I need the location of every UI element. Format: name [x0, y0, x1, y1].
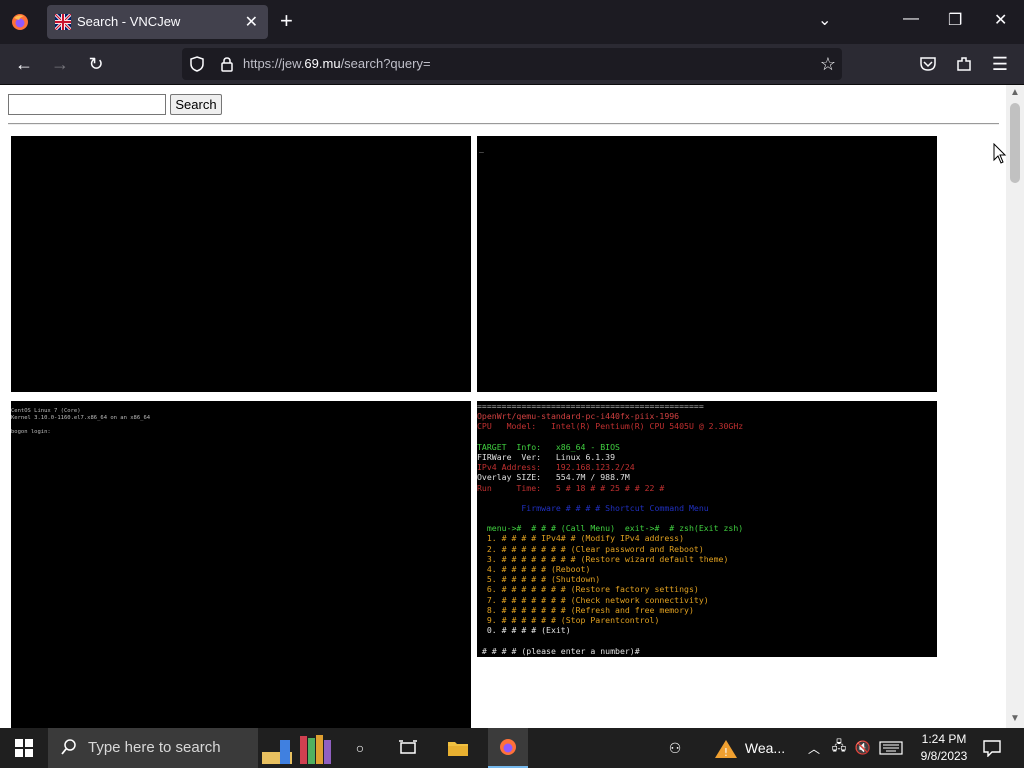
openwrt-console-text: ========================================…: [477, 401, 743, 656]
openwrt-console-line: # # # # (please enter a number)#: [477, 645, 640, 656]
task-view-icon[interactable]: [398, 739, 418, 757]
openwrt-console-line: 1. # # # # IPv4# # (Modify IPv4 address): [477, 533, 685, 544]
url-bar[interactable]: https://jew.69.mu/search?query= ☆: [182, 48, 842, 80]
people-icon[interactable]: ⚇: [662, 728, 688, 768]
cortana-icon[interactable]: ○: [345, 728, 375, 768]
taskbar-search-placeholder: Type here to search: [88, 739, 221, 756]
openwrt-console-line: IPv4 Address: 192.168.123.2/24: [477, 462, 635, 473]
openwrt-console-line: 8. # # # # # # # (Refresh and free memor…: [477, 604, 694, 615]
books-widget-icon[interactable]: [260, 732, 336, 766]
svg-text:!: !: [724, 746, 728, 759]
openwrt-console-line: 3. # # # # # # # # (Restore wizard defau…: [477, 553, 729, 564]
list-all-tabs-icon[interactable]: ⌄: [818, 10, 831, 30]
openwrt-console-line: 4. # # # # # (Reboot): [477, 564, 591, 574]
taskbar-firefox[interactable]: [488, 728, 528, 768]
navigation-bar: ← → ↻ https://jew.69.mu/search?query= ☆ …: [0, 44, 1024, 85]
mouse-pointer-icon: [993, 143, 1007, 164]
openwrt-console-line: [477, 513, 743, 523]
openwrt-console-line: CPU Model: Intel(R) Pentium(R) CPU 5405U…: [477, 421, 744, 432]
openwrt-console-line: 0. # # # # (Exit): [477, 625, 571, 636]
openwrt-console-line: OpenWrt/qemu-standard-pc-i440fx-piix-199…: [477, 411, 680, 422]
lock-icon[interactable]: [218, 55, 236, 73]
openwrt-console-line: [477, 493, 743, 503]
centos-console-text: CentOS Linux 7 (Core) Kernel 3.10.0-1160…: [11, 408, 151, 435]
openwrt-console-line: 6. # # # # # # # (Restore factory settin…: [477, 584, 699, 595]
uk-flag-icon: [55, 14, 71, 30]
maximize-icon[interactable]: ❐: [948, 10, 962, 30]
tracking-protection-shield-icon[interactable]: [188, 55, 206, 73]
divider: [8, 123, 999, 125]
close-tab-icon[interactable]: ✕: [245, 12, 258, 32]
vnc-screenshot-openwrt[interactable]: ========================================…: [477, 401, 937, 657]
search-input[interactable]: [8, 94, 166, 115]
back-icon[interactable]: ←: [14, 54, 34, 74]
new-tab-icon[interactable]: +: [280, 9, 293, 33]
openwrt-console-line: Run Time: 5 # 18 # # 25 # # 22 #: [477, 482, 665, 493]
scroll-down-icon[interactable]: ▼: [1010, 713, 1020, 724]
extensions-icon[interactable]: [955, 55, 973, 73]
reload-icon[interactable]: ↻: [86, 54, 106, 74]
windows-taskbar: Type here to search ○ ⚇ ! Wea... ︿ 🖧 🔇 1…: [0, 728, 1024, 768]
windows-start-icon[interactable]: [15, 739, 33, 757]
tab-bar: Search - VNCJew ✕ + ⌄ — ❐ ✕: [0, 0, 1024, 44]
openwrt-console-line: [477, 432, 743, 442]
openwrt-console-line: Overlay SIZE: 554.7M / 988.7M: [477, 472, 630, 483]
scrollbar-thumb[interactable]: [1010, 103, 1020, 183]
url-path: /search?query=: [340, 56, 431, 71]
url-text[interactable]: https://jew.69.mu/search?query=: [243, 56, 431, 71]
openwrt-console-line: ========================================…: [477, 401, 704, 411]
vnc-screenshot-centos[interactable]: CentOS Linux 7 (Core) Kernel 3.10.0-1160…: [11, 401, 471, 728]
volume-muted-icon[interactable]: 🔇: [853, 728, 873, 768]
taskbar-clock[interactable]: 1:24 PM 9/8/2023: [918, 731, 970, 765]
openwrt-console-line: TARGET Info: x86_64 - BIOS: [477, 441, 620, 452]
forward-icon[interactable]: →: [50, 54, 70, 74]
clock-date: 9/8/2023: [920, 749, 968, 763]
keyboard-icon[interactable]: [879, 741, 903, 755]
taskbar-search-box[interactable]: Type here to search: [48, 728, 258, 768]
url-domain: 69.mu: [304, 56, 341, 71]
clock-time: 1:24 PM: [921, 732, 967, 746]
notifications-icon[interactable]: [982, 739, 1002, 757]
pocket-icon[interactable]: [919, 55, 937, 73]
openwrt-console-line: 5. # # # # # (Shutdown): [477, 574, 601, 585]
bookmark-star-icon[interactable]: ☆: [820, 54, 836, 75]
network-icon[interactable]: 🖧: [829, 728, 849, 768]
openwrt-console-line: Firmware # # # # Shortcut Command Menu: [477, 502, 709, 513]
show-hidden-icons-icon[interactable]: ︿: [806, 728, 822, 768]
terminal-cursor: _: [479, 144, 484, 153]
weather-label[interactable]: Wea...: [743, 728, 787, 768]
close-window-icon[interactable]: ✕: [994, 10, 1007, 30]
minimize-icon[interactable]: —: [903, 10, 919, 28]
url-prefix: https://jew.: [243, 56, 305, 71]
openwrt-console-line: [477, 635, 743, 645]
openwrt-console-line: FIRWare Ver: Linux 6.1.39: [477, 451, 616, 462]
tab-search-vncjew[interactable]: Search - VNCJew ✕: [47, 5, 268, 39]
page-scrollbar[interactable]: ▲ ▼: [1006, 85, 1024, 728]
openwrt-console-line: 9. # # # # # # (Stop Parentcontrol): [477, 614, 660, 625]
firefox-logo-icon[interactable]: [10, 12, 30, 32]
openwrt-console-line: 7. # # # # # # # (Check network connecti…: [477, 594, 709, 605]
page-content: Search _ CentOS Linux 7 (Core) Kernel 3.…: [0, 85, 1006, 728]
weather-icon[interactable]: !: [714, 738, 738, 760]
tab-title: Search - VNCJew: [77, 14, 181, 29]
openwrt-console-line: 2. # # # # # # # (Clear password and Reb…: [477, 543, 704, 554]
scroll-up-icon[interactable]: ▲: [1010, 87, 1020, 98]
file-explorer-icon[interactable]: [447, 738, 469, 758]
search-button[interactable]: Search: [170, 94, 222, 115]
firefox-icon: [500, 739, 516, 755]
vnc-screenshot-1[interactable]: [11, 136, 471, 392]
vnc-screenshot-2[interactable]: _: [477, 136, 937, 392]
menu-hamburger-icon[interactable]: ☰: [990, 54, 1010, 74]
openwrt-console-line: menu-># # # # (Call Menu) exit-># # zsh(…: [477, 523, 744, 534]
search-icon: [61, 739, 76, 755]
